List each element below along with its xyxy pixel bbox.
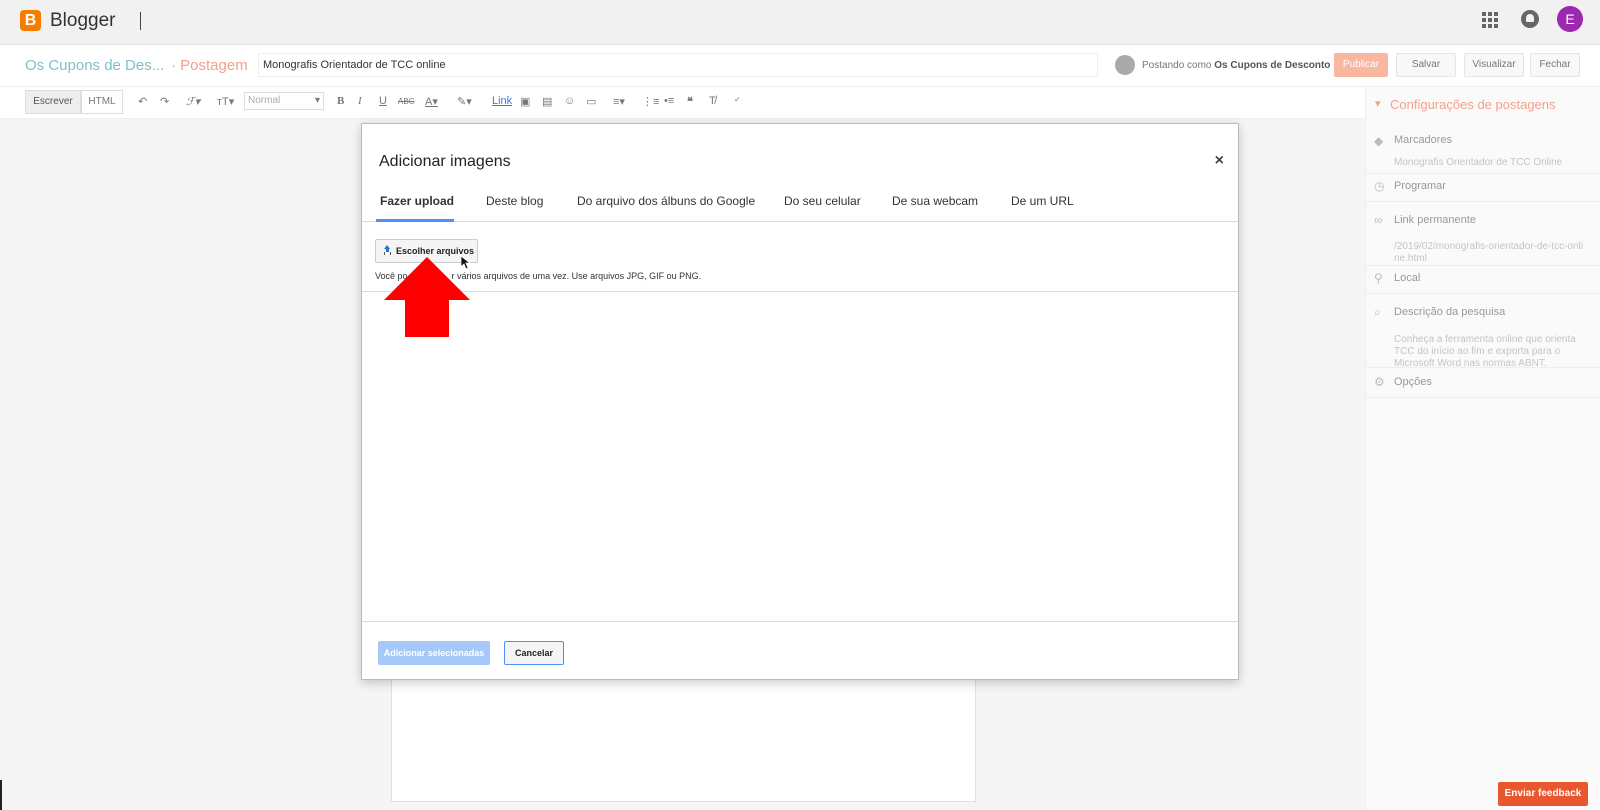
user-avatar[interactable]: E xyxy=(1557,6,1583,32)
sidebar-item-permalink[interactable]: Link permanente xyxy=(1394,214,1476,226)
posting-as-label: Postando como xyxy=(1142,60,1212,71)
strikethrough-icon[interactable]: ABC xyxy=(398,97,414,106)
tab-webcam[interactable]: De sua webcam xyxy=(892,194,978,208)
sidebar-divider xyxy=(1366,173,1600,174)
dialog-title: Adicionar imagens xyxy=(379,153,511,170)
underline-icon[interactable]: U xyxy=(379,95,387,107)
cancel-button[interactable]: Cancelar xyxy=(504,641,564,665)
html-mode-tab[interactable]: HTML xyxy=(81,90,123,114)
italic-icon[interactable]: I xyxy=(358,95,362,107)
format-select-value: Normal xyxy=(248,95,281,106)
sidebar-item-location[interactable]: Local xyxy=(1394,272,1420,284)
remove-formatting-icon[interactable]: T̸ xyxy=(709,95,716,107)
window-edge xyxy=(0,780,2,810)
bold-icon[interactable]: B xyxy=(337,95,344,107)
sidebar-divider xyxy=(1366,201,1600,202)
posting-as: Postando como Os Cupons de Desconto xyxy=(1142,60,1330,71)
search-description-value: Conheça a ferramenta online que orienta … xyxy=(1394,334,1576,369)
post-settings-sidebar: Configurações de postagens ◆ Marcadores … xyxy=(1365,87,1600,810)
tab-url[interactable]: De um URL xyxy=(1011,194,1074,208)
undo-icon[interactable]: ↶ xyxy=(138,95,147,108)
mouse-cursor-icon xyxy=(461,256,471,270)
upload-hint-end: r vários arquivos de uma vez. Use arquiv… xyxy=(451,271,702,281)
send-feedback-button[interactable]: Enviar feedback xyxy=(1498,782,1588,806)
image-source-tabs: Fazer upload Deste blog Do arquivo dos á… xyxy=(362,186,1238,222)
tab-phone[interactable]: Do seu celular xyxy=(784,194,861,208)
font-family-icon[interactable]: ℱ▾ xyxy=(186,95,200,108)
sidebar-item-options[interactable]: Opções xyxy=(1394,376,1432,388)
compose-mode-tab[interactable]: Escrever xyxy=(25,90,81,114)
quote-icon[interactable]: ❝ xyxy=(687,95,693,108)
preview-button[interactable]: Visualizar xyxy=(1464,53,1524,77)
bulleted-list-icon[interactable]: •≡ xyxy=(664,95,674,107)
sidebar-divider xyxy=(1366,265,1600,266)
sidebar-divider xyxy=(1366,293,1600,294)
blogger-logo-icon[interactable]: B xyxy=(20,10,41,31)
publish-button[interactable]: Publicar xyxy=(1334,53,1388,77)
upload-icon xyxy=(383,245,392,255)
clock-icon: ◷ xyxy=(1374,179,1385,193)
sidebar-item-labels[interactable]: Marcadores xyxy=(1394,134,1452,146)
insert-emoji-icon[interactable]: ☺ xyxy=(564,95,575,107)
align-icon[interactable]: ≡▾ xyxy=(613,95,625,108)
save-button[interactable]: Salvar xyxy=(1396,53,1456,77)
annotation-arrow-icon xyxy=(384,257,470,337)
editor-toolbar: Escrever HTML ↶ ↷ ℱ▾ тT▾ Normal ▾ B I U A… xyxy=(0,87,1365,119)
search-icon: ⌕ xyxy=(1374,305,1381,319)
spellcheck-icon[interactable]: ✓ xyxy=(734,95,741,104)
numbered-list-icon[interactable]: ⋮≡ xyxy=(642,95,659,108)
apps-grid-icon[interactable] xyxy=(1482,12,1498,28)
top-divider xyxy=(140,12,141,30)
app-brand[interactable]: Blogger xyxy=(50,10,116,32)
sidebar-item-schedule[interactable]: Programar xyxy=(1394,180,1446,192)
author-avatar xyxy=(1115,55,1135,75)
sidebar-item-search-description[interactable]: Descrição da pesquisa xyxy=(1394,306,1505,318)
insert-jump-break-icon[interactable]: ▭ xyxy=(586,95,596,108)
dialog-divider xyxy=(362,621,1238,622)
close-post-button[interactable]: Fechar xyxy=(1530,53,1580,77)
permalink-value: /2019/02/monografis-orientador-de-tcc-on… xyxy=(1394,241,1583,264)
dialog-divider xyxy=(362,291,1238,292)
tab-google-albums[interactable]: Do arquivo dos álbuns do Google xyxy=(577,194,755,208)
insert-image-icon[interactable]: ▣ xyxy=(520,95,530,108)
insert-link-button[interactable]: Link xyxy=(492,95,512,107)
post-header: Os Cupons de Des... · Postagem Postando … xyxy=(0,45,1600,87)
notifications-bell-icon[interactable] xyxy=(1521,10,1539,28)
labels-value: Monografis Orientador de TCC Online xyxy=(1394,157,1563,168)
post-body-editor[interactable] xyxy=(391,660,976,802)
insert-video-icon[interactable]: ▤ xyxy=(542,95,552,108)
gear-icon: ⚙ xyxy=(1374,375,1385,389)
redo-icon[interactable]: ↷ xyxy=(160,95,169,108)
tag-icon: ◆ xyxy=(1374,134,1384,148)
post-settings-header[interactable]: Configurações de postagens xyxy=(1375,97,1555,112)
tab-from-blog[interactable]: Deste blog xyxy=(486,194,543,208)
add-images-dialog: Adicionar imagens × Fazer upload Deste b… xyxy=(361,123,1239,680)
blog-title-link[interactable]: Os Cupons de Des... xyxy=(25,57,164,74)
location-pin-icon: ⚲ xyxy=(1374,271,1383,285)
sidebar-divider xyxy=(1366,397,1600,398)
format-select[interactable]: Normal ▾ xyxy=(244,92,324,110)
post-title-input[interactable] xyxy=(258,53,1098,77)
text-color-icon[interactable]: A▾ xyxy=(425,95,438,108)
dialog-close-icon[interactable]: × xyxy=(1215,152,1224,170)
choose-files-label: Escolher arquivos xyxy=(396,246,475,256)
font-size-icon[interactable]: тT▾ xyxy=(217,95,234,108)
post-breadcrumb: · Postagem xyxy=(171,57,248,74)
top-bar: B Blogger E xyxy=(0,0,1600,45)
tab-upload[interactable]: Fazer upload xyxy=(380,194,454,208)
sidebar-divider xyxy=(1366,367,1600,368)
link-icon: ∞ xyxy=(1374,213,1383,227)
posting-as-name[interactable]: Os Cupons de Desconto xyxy=(1214,60,1330,71)
highlight-color-icon[interactable]: ✎▾ xyxy=(457,95,472,108)
add-selected-button[interactable]: Adicionar selecionadas xyxy=(378,641,490,665)
active-tab-indicator xyxy=(376,219,454,222)
